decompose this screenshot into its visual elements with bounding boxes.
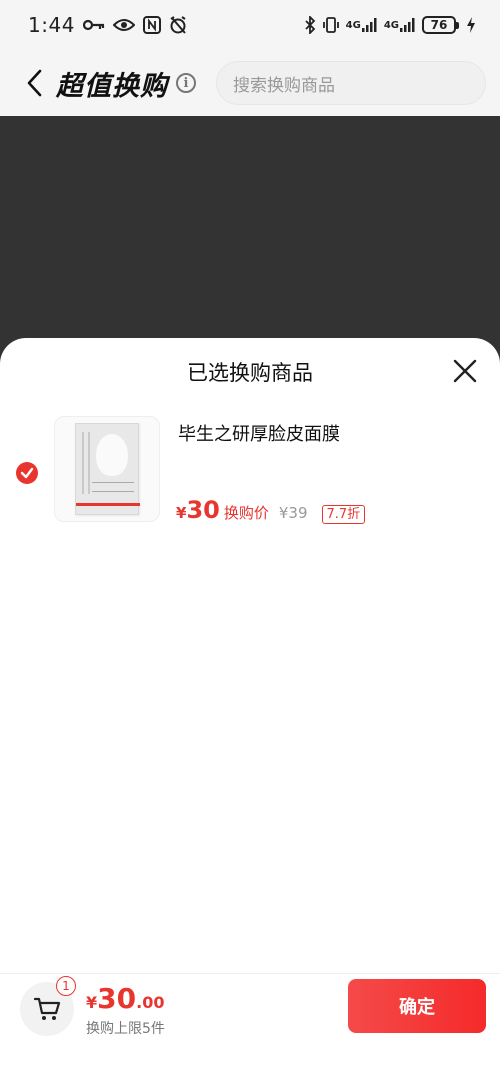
limit-text: 换购上限5件 [86, 1021, 165, 1037]
status-left: 1:44 [28, 13, 187, 37]
exchange-price-label: 换购价 [223, 504, 269, 522]
exchange-price: 30 [186, 496, 220, 524]
total-decimal: .00 [136, 993, 165, 1012]
confirm-button[interactable]: 确定 [348, 979, 486, 1033]
alarm-off-icon [169, 16, 187, 34]
nfc-icon [142, 16, 161, 34]
network-label-2: 4G [383, 19, 399, 31]
status-time: 1:44 [28, 13, 75, 37]
cart-count-badge: 1 [56, 976, 76, 996]
charging-icon [466, 17, 476, 33]
check-icon [20, 467, 34, 479]
discount-badge: 7.7折 [321, 505, 366, 524]
search-placeholder: 搜索换购商品 [233, 75, 335, 96]
selected-items-sheet: 已选换购商品 毕生之研厚脸皮面膜 ¥ 30 换购价 ¥39 7.7折 [0, 338, 500, 1083]
total-price: ¥ 30 .00 [86, 982, 164, 1015]
vibrate-icon [322, 16, 340, 34]
bottom-bar: 1 ¥ 30 .00 换购上限5件 确定 [0, 973, 500, 1083]
eye-icon [112, 18, 135, 32]
product-image[interactable] [54, 416, 160, 522]
cart-icon [33, 997, 61, 1020]
list-item[interactable]: 毕生之研厚脸皮面膜 ¥ 30 换购价 ¥39 7.7折 [0, 416, 500, 526]
search-input[interactable]: 搜索换购商品 [216, 61, 486, 105]
price-currency: ¥ [176, 504, 187, 522]
page-title: 超值换购 [56, 70, 168, 102]
network-label: 4G [345, 19, 361, 31]
selected-checkbox[interactable] [16, 462, 38, 484]
product-name[interactable]: 毕生之研厚脸皮面膜 [178, 420, 340, 446]
face-mask-package-image [75, 423, 140, 515]
bluetooth-icon [304, 16, 316, 34]
info-icon[interactable]: i [176, 73, 196, 93]
original-price: ¥39 [278, 504, 308, 522]
total-currency: ¥ [86, 993, 98, 1012]
battery-icon: 76 [422, 16, 459, 34]
status-bar: 1:44 4G 4G 76 [0, 0, 500, 50]
signal-icon: 4G [346, 18, 378, 32]
price-row: ¥ 30 换购价 ¥39 7.7折 [176, 496, 366, 524]
back-button[interactable] [20, 63, 48, 103]
close-button[interactable] [452, 358, 478, 384]
status-right: 4G 4G 76 [304, 16, 476, 34]
chevron-left-icon [27, 69, 42, 97]
header: 超值换购 i 搜索换购商品 [0, 50, 500, 116]
signal-icon-2: 4G [384, 18, 416, 32]
page: 1:44 4G 4G 76 超值换购 i 搜索换购商品 已选换购商品 毕生之研厚… [0, 0, 500, 1083]
key-icon [82, 18, 105, 32]
close-icon [453, 359, 477, 383]
total-integer: 30 [97, 982, 137, 1015]
sheet-title: 已选换购商品 [187, 361, 313, 385]
